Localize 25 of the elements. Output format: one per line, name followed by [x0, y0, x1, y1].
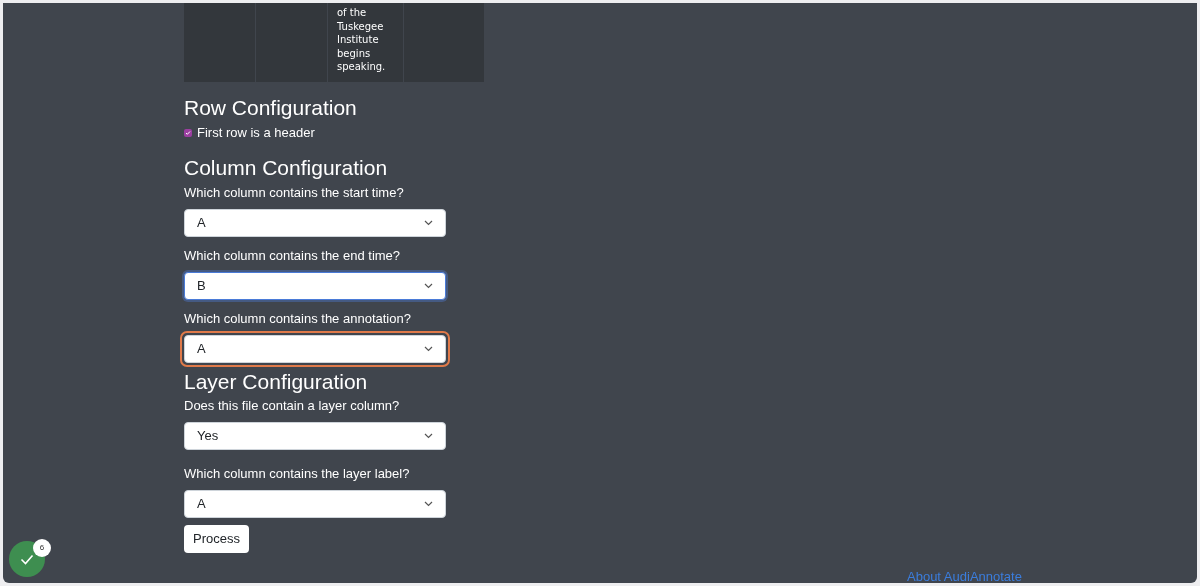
status-button[interactable]	[9, 541, 45, 577]
section-heading: Row Configuration	[184, 95, 358, 121]
check-icon	[20, 553, 34, 565]
dropdown[interactable]: Yes	[184, 422, 446, 450]
process-button[interactable]: Process	[184, 525, 249, 553]
field-label: Which column contains the layer label?	[184, 465, 411, 483]
chevron-down-icon	[424, 220, 433, 226]
chevron-down-icon	[424, 283, 433, 289]
count-badge: 6	[33, 539, 51, 557]
dropdown[interactable]: A	[184, 209, 446, 237]
field-label: Which column contains the annotation?	[184, 310, 412, 328]
field-label: Does this file contain a layer column?	[184, 397, 401, 415]
chevron-down-icon	[424, 346, 433, 352]
dropdown[interactable]: A	[184, 490, 446, 518]
dropdown[interactable]: B	[184, 272, 446, 300]
field-label: Which column contains the end time?	[184, 247, 402, 265]
field-label: Which column contains the start time?	[184, 184, 405, 202]
section-heading: Column Configuration	[184, 155, 389, 181]
section-heading: Layer Configuration	[184, 369, 369, 395]
checkbox-label: First row is a header	[197, 124, 315, 142]
dropdown[interactable]: A	[180, 331, 450, 367]
chevron-down-icon	[424, 433, 433, 439]
checkbox[interactable]	[184, 129, 192, 137]
chevron-down-icon	[424, 501, 433, 507]
table-cell: of the Tuskegee Institute begins speaking.	[328, 3, 404, 82]
